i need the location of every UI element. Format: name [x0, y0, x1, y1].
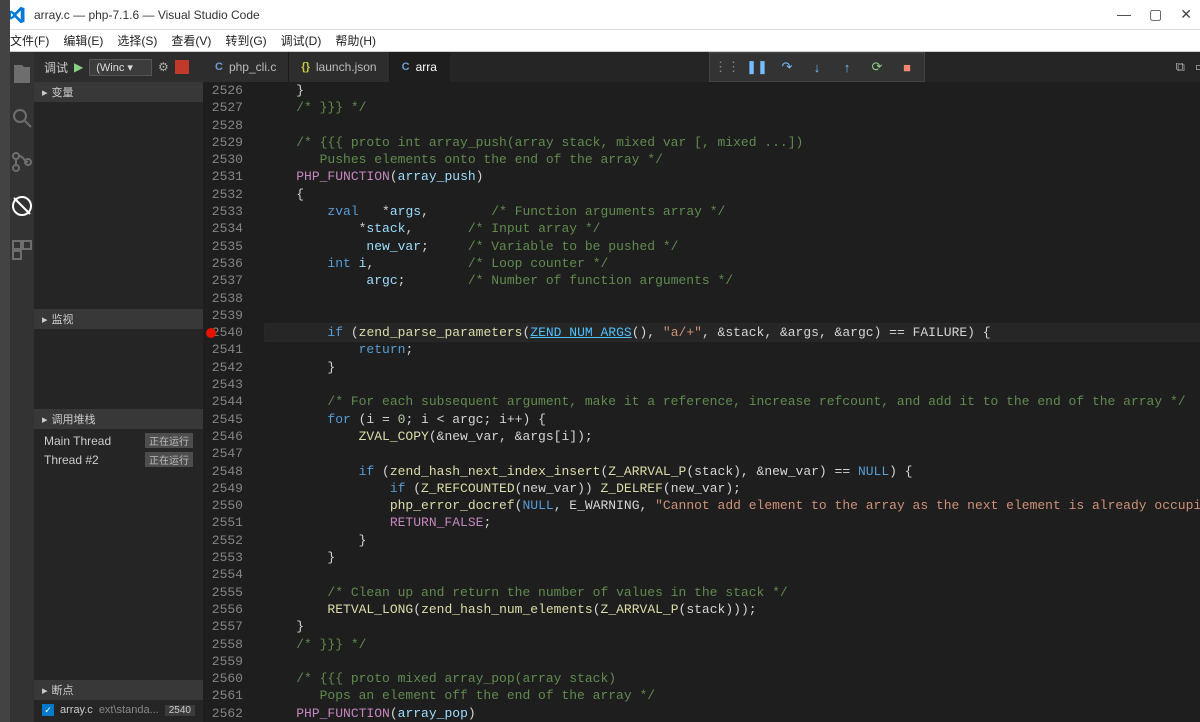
thread-row[interactable]: Main Thread正在运行 — [34, 431, 203, 450]
step-over-icon[interactable]: ↷ — [778, 58, 796, 76]
titlebar: array.c — php-7.1.6 — Visual Studio Code… — [0, 0, 1200, 30]
file-icon: C — [215, 61, 223, 73]
breakpoints-body: ✓array.cext\standa...2540 — [34, 700, 203, 722]
menu-item[interactable]: 帮助(H) — [335, 32, 376, 49]
split-editor-icon[interactable]: ⧉ — [1176, 59, 1185, 75]
callstack-section-header[interactable]: ▸ 调用堆栈 — [34, 409, 203, 429]
menu-item[interactable]: 编辑(E) — [63, 32, 103, 49]
breakpoint-row[interactable]: ✓array.cext\standa...2540 — [34, 702, 203, 718]
editor-tab[interactable]: Cphp_cli.c — [203, 52, 289, 82]
drag-handle-icon[interactable]: ⋮⋮ — [718, 58, 736, 76]
tabs-row: Cphp_cli.c{}launch.jsonCarra ⋮⋮ ❚❚ ↷ ↓ ↑… — [203, 52, 1200, 82]
debug-label: 调试 — [44, 59, 68, 76]
explorer-icon[interactable] — [10, 62, 34, 86]
step-out-icon[interactable]: ↑ — [838, 58, 856, 76]
debug-sidebar: 调试 ▶ (Winc ▾ ⚙ ▸ 变量 ▸ 监视 ▸ 调用堆栈 Main Thr… — [34, 52, 203, 722]
editor-area: Cphp_cli.c{}launch.jsonCarra ⋮⋮ ❚❚ ↷ ↓ ↑… — [203, 52, 1200, 722]
scm-icon[interactable] — [10, 150, 34, 174]
gear-icon[interactable]: ⚙ — [158, 60, 169, 74]
watch-section-header[interactable]: ▸ 监视 — [34, 309, 203, 329]
watch-body — [34, 329, 203, 409]
window-title: array.c — php-7.1.6 — Visual Studio Code — [34, 8, 1117, 22]
editor-tab[interactable]: Carra — [390, 52, 450, 82]
code-area[interactable]: 2526252725282529253025312532253325342535… — [203, 82, 1200, 722]
vscode-icon — [8, 6, 26, 24]
minimize-button[interactable]: — — [1117, 6, 1131, 23]
file-icon: C — [402, 61, 410, 73]
debug-header: 调试 ▶ (Winc ▾ ⚙ — [34, 52, 203, 82]
menubar: 文件(F) 编辑(E) 选择(S) 查看(V) 转到(G) 调试(D) 帮助(H) — [0, 30, 1200, 52]
activitybar — [10, 52, 34, 722]
callstack-body: Main Thread正在运行Thread #2正在运行 — [34, 429, 203, 477]
extensions-icon[interactable] — [10, 238, 34, 262]
pause-icon[interactable]: ❚❚ — [748, 58, 766, 76]
thread-row[interactable]: Thread #2正在运行 — [34, 450, 203, 469]
file-icon: {} — [301, 61, 310, 73]
restart-icon[interactable]: ⟳ — [868, 58, 886, 76]
editor-tab[interactable]: {}launch.json — [289, 52, 389, 82]
variables-body — [34, 102, 203, 309]
stop-icon[interactable]: ■ — [898, 58, 916, 76]
menu-item[interactable]: 调试(D) — [281, 32, 322, 49]
debug-icon[interactable] — [10, 194, 34, 218]
debug-config-dropdown[interactable]: (Winc ▾ — [89, 59, 152, 76]
debug-toolbar[interactable]: ⋮⋮ ❚❚ ↷ ↓ ↑ ⟳ ■ — [709, 52, 925, 82]
step-into-icon[interactable]: ↓ — [808, 58, 826, 76]
layout-icon[interactable]: ▭ — [1195, 59, 1200, 75]
menu-item[interactable]: 选择(S) — [117, 32, 157, 49]
code-content[interactable]: } /* }}} */ /* {{{ proto int array_push(… — [259, 82, 1200, 722]
start-debug-icon[interactable]: ▶ — [74, 60, 83, 74]
close-button[interactable]: ✕ — [1180, 6, 1192, 23]
left-strip — [0, 0, 10, 722]
menu-item[interactable]: 查看(V) — [171, 32, 211, 49]
menu-item[interactable]: 文件(F) — [10, 32, 49, 49]
variables-section-header[interactable]: ▸ 变量 — [34, 82, 203, 102]
debug-console-icon[interactable] — [175, 60, 189, 74]
search-icon[interactable] — [10, 106, 34, 130]
maximize-button[interactable]: ▢ — [1149, 6, 1162, 23]
breakpoints-section-header[interactable]: ▸ 断点 — [34, 680, 203, 700]
menu-item[interactable]: 转到(G) — [225, 32, 266, 49]
line-numbers: 2526252725282529253025312532253325342535… — [203, 82, 259, 722]
